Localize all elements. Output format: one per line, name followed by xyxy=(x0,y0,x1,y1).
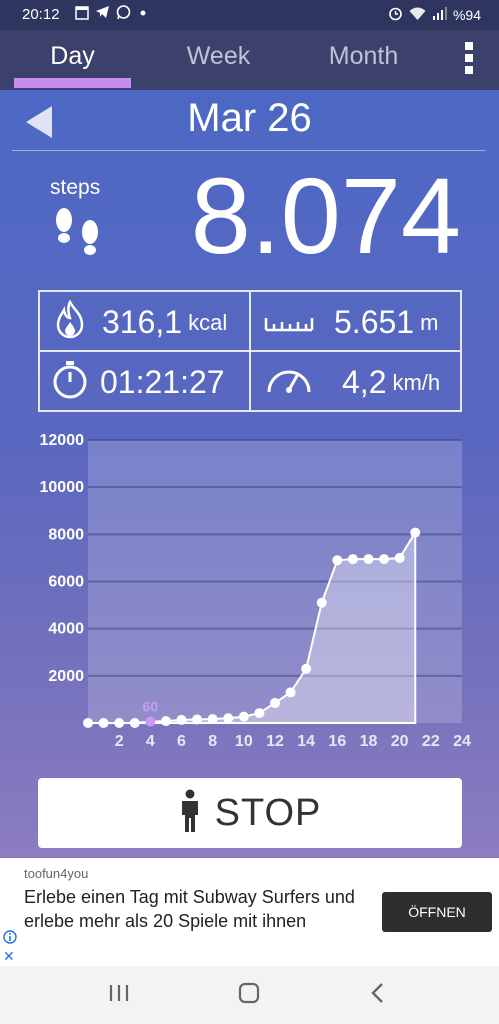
ruler-icon xyxy=(264,300,314,345)
speed-value: 4,2 xyxy=(342,364,387,400)
data-point xyxy=(301,663,312,674)
data-point xyxy=(98,718,109,728)
data-point xyxy=(379,554,390,565)
data-point xyxy=(285,687,296,698)
y-tick-label: 12000 xyxy=(40,432,85,449)
active-tab-indicator xyxy=(14,78,131,88)
date-title: Mar 26 xyxy=(187,96,312,140)
x-tick-label: 12 xyxy=(266,733,284,750)
duration-value: 01:21:27 xyxy=(100,364,225,400)
calendar-icon xyxy=(75,5,89,23)
x-tick-label: 18 xyxy=(360,733,378,750)
y-tick-label: 8000 xyxy=(48,526,84,543)
duration-stat: 01:21:27 xyxy=(52,360,225,405)
x-tick-label: 16 xyxy=(328,733,346,750)
wifi-icon xyxy=(409,7,426,24)
x-tick-label: 8 xyxy=(208,733,217,750)
data-point xyxy=(347,554,358,565)
tab-month[interactable]: Month xyxy=(305,30,422,90)
calories-value: 316,1 xyxy=(102,304,183,340)
recent-apps-icon[interactable] xyxy=(108,982,130,1009)
tab-week[interactable]: Week xyxy=(160,30,277,90)
data-point xyxy=(176,714,187,725)
home-icon[interactable] xyxy=(238,982,260,1009)
x-tick-label: 6 xyxy=(177,733,186,750)
data-point xyxy=(238,711,249,722)
back-icon[interactable] xyxy=(370,982,386,1009)
x-tick-label: 20 xyxy=(391,733,409,750)
data-point xyxy=(332,555,343,566)
overflow-menu-icon[interactable] xyxy=(463,42,475,78)
ad-banner[interactable]: toofun4you Erlebe einen Tag mit Subway S… xyxy=(0,858,499,966)
footprints-icon xyxy=(50,206,110,268)
highlight-label: 60 xyxy=(143,699,159,715)
data-point xyxy=(114,718,125,728)
data-point xyxy=(223,713,234,724)
flame-icon xyxy=(52,299,88,345)
stop-button-label: STOP xyxy=(214,791,322,834)
data-point xyxy=(83,718,93,728)
calories-unit: kcal xyxy=(188,309,228,335)
data-point xyxy=(363,554,374,565)
status-bar: 20:12 %94 xyxy=(0,0,499,30)
data-point xyxy=(129,718,140,728)
speed-unit: km/h xyxy=(392,369,441,395)
alarm-icon xyxy=(388,6,403,24)
ad-open-button[interactable]: ÖFFNEN xyxy=(382,892,492,932)
speedometer-icon xyxy=(264,360,314,405)
data-point xyxy=(192,714,203,725)
status-time: 20:12 xyxy=(22,6,60,23)
data-point xyxy=(145,716,156,727)
whatsapp-icon xyxy=(116,5,131,23)
steps-per-hour-chart: 60 20004000600080001000012000 2 4 6 8 10 12 14… xyxy=(40,432,472,750)
calories-stat: 316,1 kcal xyxy=(52,299,228,345)
data-point xyxy=(254,708,265,719)
steps-count: 8.074 xyxy=(190,155,461,276)
system-nav-bar xyxy=(0,966,499,1024)
x-tick-label: 4 xyxy=(146,733,155,750)
y-tick-label: 10000 xyxy=(40,479,85,496)
ad-info-icon[interactable] xyxy=(3,930,17,944)
distance-stat: 5.651 m xyxy=(264,300,438,345)
stats-grid: 316,1 kcal 5.651 m 01:21:27 4,2 km/h xyxy=(38,290,462,412)
x-tick-label: 10 xyxy=(235,733,253,750)
ad-text: Erlebe einen Tag mit Subway Surfers und … xyxy=(24,887,355,931)
x-tick-label: 14 xyxy=(297,733,315,750)
speed-stat: 4,2 km/h xyxy=(264,360,440,405)
stopwatch-icon xyxy=(52,360,88,405)
y-tick-label: 6000 xyxy=(48,574,84,591)
dot-icon xyxy=(137,5,149,23)
distance-value: 5.651 xyxy=(334,304,415,340)
x-tick-label: 2 xyxy=(115,733,124,750)
person-icon xyxy=(179,789,201,838)
y-tick-label: 2000 xyxy=(48,668,84,685)
distance-unit: m xyxy=(420,309,439,335)
telegram-icon xyxy=(95,5,110,23)
stop-button[interactable]: STOP xyxy=(38,778,462,848)
ad-close-icon[interactable]: ✕ xyxy=(3,948,15,965)
y-tick-label: 4000 xyxy=(48,621,84,638)
tab-bar: Day Week Month xyxy=(0,30,499,90)
signal-icon xyxy=(432,6,447,24)
data-point xyxy=(316,597,327,608)
data-point xyxy=(270,697,280,708)
data-point xyxy=(410,527,421,538)
data-point xyxy=(394,552,405,563)
x-tick-label: 22 xyxy=(422,733,440,750)
battery-text: %94 xyxy=(452,7,481,23)
steps-label: steps xyxy=(50,176,101,199)
ad-brand: toofun4you xyxy=(24,866,89,881)
data-point xyxy=(160,716,171,727)
x-tick-label: 24 xyxy=(453,733,471,750)
data-point xyxy=(207,713,218,724)
divider xyxy=(12,150,486,151)
day-view: Mar 26 steps 8.074 316,1 kcal 5.651 m 01… xyxy=(0,90,499,858)
